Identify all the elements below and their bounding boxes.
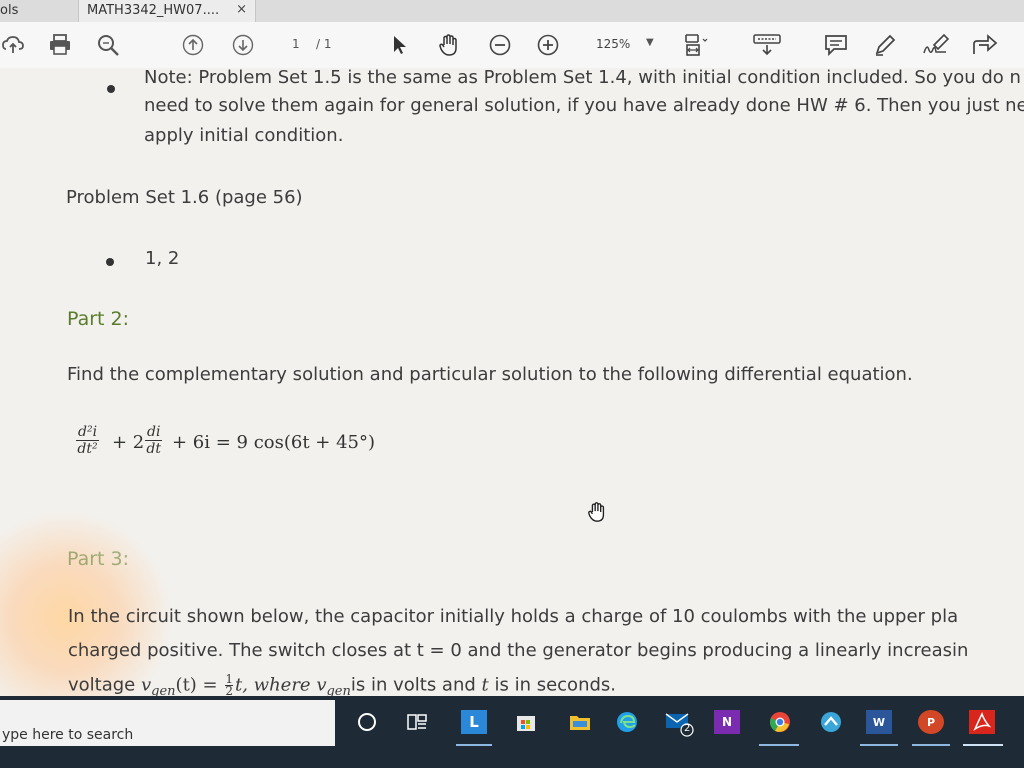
running-app-indicator (759, 744, 799, 746)
next-page-icon[interactable] (232, 34, 254, 56)
scroll-mode-icon[interactable] (752, 32, 782, 58)
note-line-1: Note: Problem Set 1.5 is the same as Pro… (144, 68, 1021, 88)
cortana-icon[interactable] (354, 710, 380, 734)
share-upload-icon[interactable] (2, 34, 24, 56)
eq-plus-two: + 2 (112, 432, 145, 453)
document-tab[interactable]: MATH3342_HW07.... × (78, 0, 256, 22)
print-icon[interactable] (48, 34, 72, 56)
select-tool-icon[interactable] (390, 34, 410, 56)
bullet (106, 258, 114, 266)
tools-tab[interactable]: ols (0, 3, 18, 18)
part3-line3-a: voltage (68, 674, 141, 696)
problem-set-heading: Problem Set 1.6 (page 56) (66, 187, 303, 208)
l-app-icon[interactable]: L (461, 710, 487, 734)
page-number-input[interactable]: 1 (292, 37, 300, 51)
edge-browser-icon[interactable] (614, 710, 640, 734)
vgen-subscript: gen (151, 684, 176, 696)
problem-list: 1, 2 (145, 248, 180, 269)
sign-icon[interactable] (922, 33, 950, 57)
acrobat-icon[interactable] (969, 710, 995, 734)
tab-bar: ols MATH3342_HW07.... × (0, 0, 1024, 23)
vgen-symbol: v (140, 674, 152, 696)
one-half-fraction: 12 (225, 673, 233, 696)
eq-frac1-denominator: dt² (77, 441, 98, 457)
comment-icon[interactable] (824, 34, 848, 56)
part3-line3-f: is in seconds. (488, 674, 616, 696)
task-view-icon[interactable] (404, 710, 430, 734)
active-app-indicator (963, 744, 1003, 746)
note-line-3: apply initial condition. (144, 125, 344, 146)
highlight-pen-icon[interactable] (873, 33, 897, 57)
page-total: / 1 (316, 37, 332, 51)
zoom-in-icon[interactable] (537, 34, 559, 56)
eq-fraction-di-dt: di dt (145, 424, 163, 457)
pdf-toolbar: 1 / 1 125% ▼ (0, 22, 1024, 69)
part3-line-1: In the circuit shown below, the capacito… (68, 606, 959, 627)
eq-frac2-denominator: dt (146, 441, 162, 457)
chrome-icon[interactable] (767, 710, 793, 734)
part3-line3-b: (t) = (175, 674, 224, 696)
eq-rest: + 6i = 9 cos(6t + 45°) (172, 432, 376, 453)
fraction-denominator: 2 (225, 684, 233, 696)
running-app-indicator (860, 744, 898, 746)
zoom-out-icon[interactable] (489, 34, 511, 56)
fit-page-icon[interactable] (684, 32, 714, 58)
eq-frac2-numerator: di (145, 424, 163, 441)
hand-tool-icon[interactable] (437, 33, 461, 57)
file-explorer-icon[interactable] (567, 710, 593, 734)
active-app-indicator (456, 744, 492, 746)
powerpoint-icon[interactable]: P (918, 710, 944, 734)
eq-fraction-d2i-dt2: d²i dt² (76, 424, 100, 457)
chevron-down-icon[interactable]: ▼ (646, 37, 654, 48)
note-line-2: need to solve them again for general sol… (144, 95, 1024, 116)
share-icon[interactable] (970, 32, 998, 58)
eq-frac1-numerator: d²i (76, 424, 100, 441)
part3-line3-c: t, where (235, 674, 317, 696)
search-icon[interactable] (96, 33, 120, 57)
mail-icon[interactable]: 2 (664, 710, 694, 737)
document-tab-title: MATH3342_HW07.... (87, 3, 220, 18)
part3-line-2: charged positive. The switch closes at t… (68, 640, 969, 661)
windows-taskbar: ype here to search L 2 N W P (0, 696, 1024, 768)
hand-cursor-icon (586, 501, 608, 523)
word-icon[interactable]: W (866, 710, 892, 734)
app-arrow-icon[interactable] (818, 710, 844, 734)
previous-page-icon[interactable] (182, 34, 204, 56)
zoom-level-select[interactable]: 125% (596, 37, 630, 51)
bullet (107, 85, 115, 93)
document-page: Note: Problem Set 1.5 is the same as Pro… (0, 68, 1024, 696)
light-glare (0, 508, 170, 696)
search-placeholder: ype here to search (2, 727, 134, 743)
onenote-icon[interactable]: N (714, 710, 740, 734)
store-icon[interactable] (513, 710, 539, 734)
t-symbol: t (481, 674, 489, 696)
vgen-symbol-2: v (316, 674, 327, 696)
part3-heading: Part 3: (67, 548, 130, 570)
part3-line-3: voltage vgen(t) = 1 2 t, where vgenis in v… (68, 673, 616, 696)
close-tab-icon[interactable]: × (236, 2, 247, 17)
part3-line3-e: is in volts and (350, 674, 482, 696)
mail-badge-count: 2 (684, 723, 691, 734)
part2-heading: Part 2: (67, 308, 130, 330)
taskbar-search-box[interactable]: ype here to search (0, 700, 335, 746)
vgen-subscript-2: gen (326, 684, 351, 696)
part2-text: Find the complementary solution and part… (67, 364, 913, 385)
running-app-indicator (912, 744, 950, 746)
